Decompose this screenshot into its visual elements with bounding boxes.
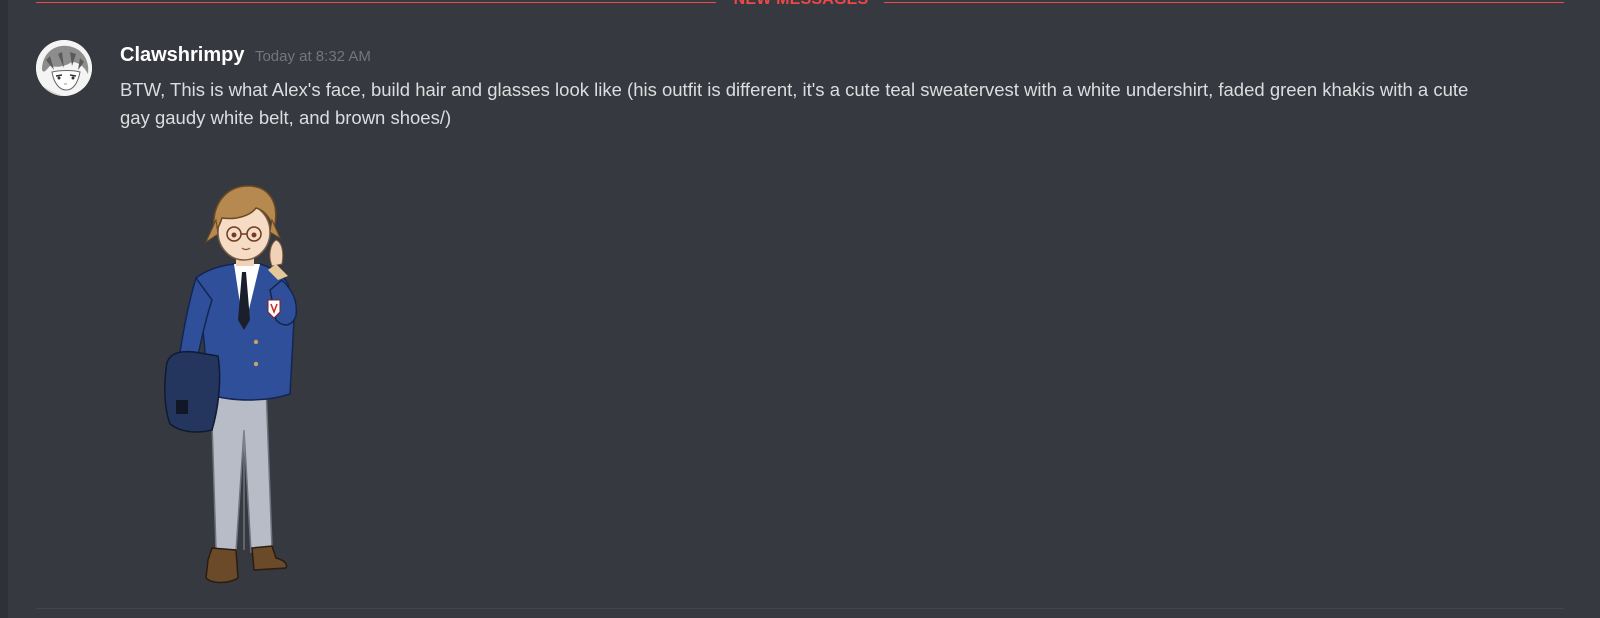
message-content: BTW, This is what Alex's face, build hai… [120, 79, 1469, 128]
new-messages-divider: NEW MESSAGES [36, 0, 1564, 10]
divider-line-left [36, 2, 716, 3]
divider-line-right [884, 2, 1564, 3]
message-header: Clawshrimpy Today at 8:32 AM [120, 44, 371, 67]
new-messages-label: NEW MESSAGES [726, 0, 876, 9]
image-attachment[interactable] [156, 180, 356, 600]
chat-area: NEW MESSAGES Clawshrimpy Today at 8:32 A… [0, 0, 1600, 618]
bottom-divider [36, 608, 1564, 609]
scroll-edge [0, 0, 8, 618]
user-avatar[interactable] [36, 40, 92, 96]
manga-character-avatar-icon [36, 40, 92, 96]
author-name[interactable]: Clawshrimpy [120, 44, 244, 66]
anime-character-image-icon [164, 185, 298, 584]
message-timestamp: Today at 8:32 AM [254, 48, 371, 65]
